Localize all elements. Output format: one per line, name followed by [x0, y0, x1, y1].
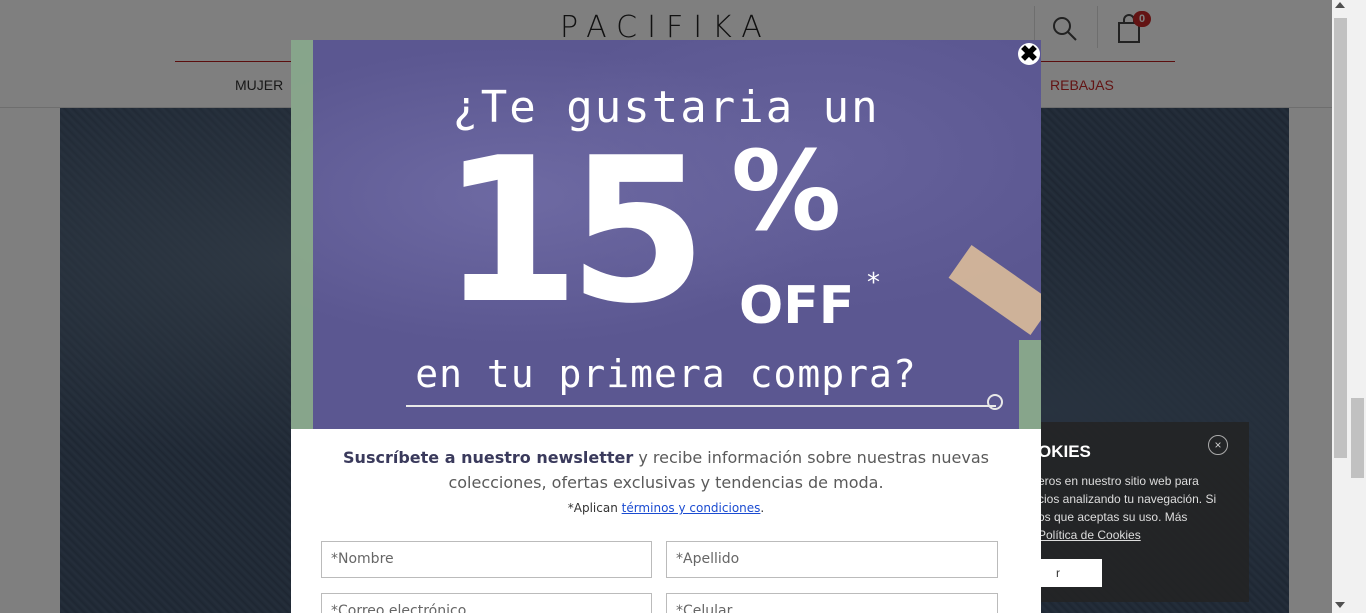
cookie-close-icon[interactable]: ×: [1208, 435, 1228, 455]
outer-scrollbar[interactable]: [1349, 0, 1366, 613]
cookie-text-line: eros en nuestro sitio web para: [1038, 474, 1199, 488]
banner-underline: [406, 405, 996, 407]
newsletter-description: Suscríbete a nuestro newsletter y recibe…: [311, 445, 1021, 495]
cookie-notice: OKIES × eros en nuestro sitio web para c…: [1020, 422, 1249, 602]
phone-field[interactable]: *Celular: [666, 593, 998, 613]
newsletter-modal: ¿Te gustaria un 15 % OFF * en tu primera…: [291, 40, 1041, 613]
banner-percent: %: [731, 127, 842, 255]
banner-subline: en tu primera compra?: [415, 352, 917, 396]
outer-scrollbar-thumb[interactable]: [1351, 398, 1364, 478]
cookie-text-line: os que aceptas su uso. Más: [1038, 510, 1188, 524]
nombre-field[interactable]: *Nombre: [321, 541, 652, 578]
modal-close-icon[interactable]: ✖: [1018, 43, 1040, 65]
terms-prefix: *Aplican: [567, 501, 622, 515]
promo-banner: ¿Te gustaria un 15 % OFF * en tu primera…: [291, 40, 1041, 429]
banner-off: OFF: [739, 276, 855, 336]
scissor-icon: [987, 394, 1003, 410]
description-bold: Suscríbete a nuestro newsletter: [343, 448, 634, 467]
cookie-accept-button[interactable]: r: [1038, 559, 1102, 587]
scrollbar-thumb[interactable]: [1334, 18, 1347, 458]
cookie-text-line: cios analizando tu navegación. Si: [1038, 492, 1217, 506]
tape-decoration: [948, 244, 1041, 336]
terms-notice: *Aplican términos y condiciones.: [291, 501, 1041, 515]
apellido-field[interactable]: *Apellido: [666, 541, 998, 578]
cookie-text: eros en nuestro sitio web para cios anal…: [1038, 472, 1238, 544]
email-field[interactable]: *Correo electrónico: [321, 593, 652, 613]
scroll-up-icon[interactable]: [1335, 2, 1345, 8]
terms-link[interactable]: términos y condiciones: [622, 501, 761, 515]
banner-asterisk: *: [867, 268, 880, 298]
cookie-policy-link[interactable]: Política de Cookies: [1038, 526, 1238, 544]
terms-suffix: .: [760, 501, 765, 515]
scroll-down-icon[interactable]: [1335, 602, 1345, 608]
banner-discount-number: 15: [441, 115, 707, 348]
cookie-title: OKIES: [1038, 442, 1091, 461]
